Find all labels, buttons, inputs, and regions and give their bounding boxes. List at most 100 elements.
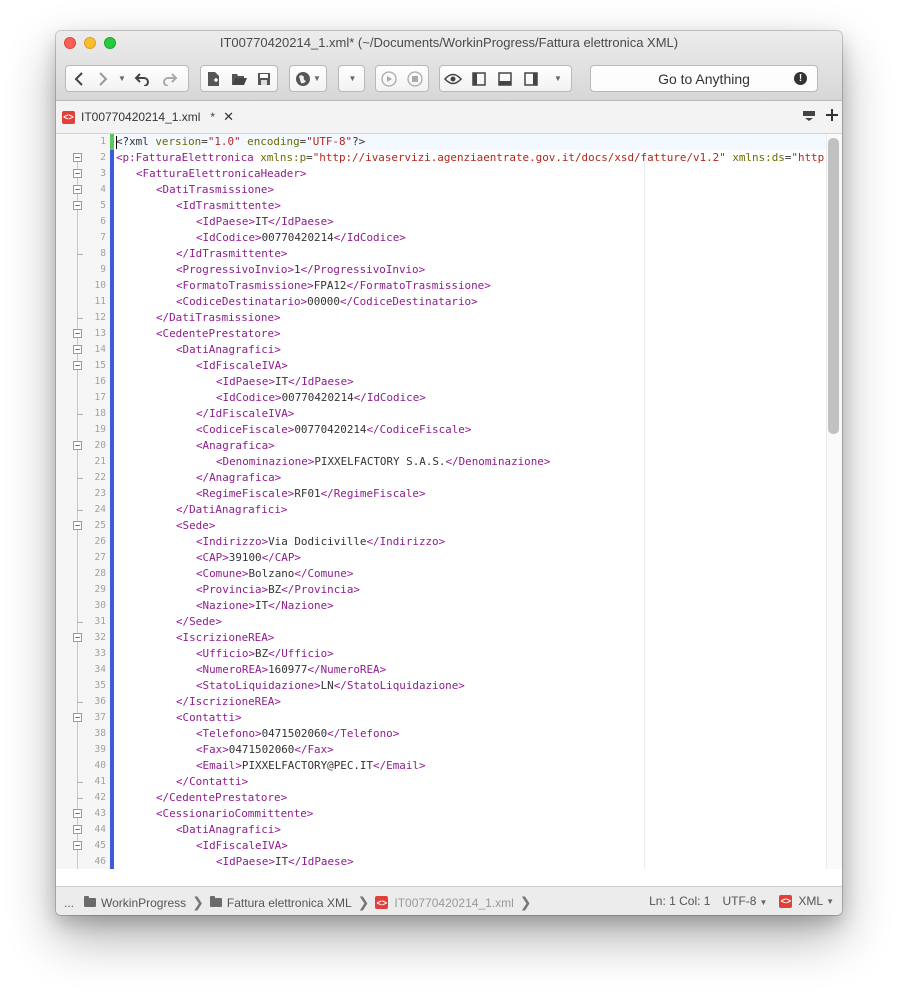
tab-list-icon[interactable] bbox=[802, 109, 816, 121]
code-line[interactable]: </IdFiscaleIVA> bbox=[116, 406, 294, 422]
code-line[interactable]: <IdFiscaleIVA> bbox=[116, 358, 288, 374]
redo-button[interactable] bbox=[156, 66, 184, 91]
code-line[interactable]: <Provincia>BZ</Provincia> bbox=[116, 582, 360, 598]
code-token: version bbox=[155, 135, 202, 148]
code-line[interactable]: </CedentePrestatore> bbox=[116, 790, 287, 806]
fold-toggle[interactable] bbox=[73, 841, 82, 850]
code-line[interactable]: </IdTrasmittente> bbox=[116, 246, 287, 262]
code-line[interactable]: <IdPaese>IT</IdPaese> bbox=[116, 854, 354, 869]
undo-icon bbox=[134, 72, 149, 86]
new-tab-icon[interactable] bbox=[826, 109, 838, 121]
code-line[interactable]: <Nazione>IT</Nazione> bbox=[116, 598, 334, 614]
toggle-bottom-pane-button[interactable] bbox=[492, 66, 518, 91]
preview-button[interactable] bbox=[440, 66, 466, 91]
code-line[interactable]: <DatiAnagrafici> bbox=[116, 342, 281, 358]
open-folder-button[interactable] bbox=[226, 66, 251, 91]
cursor-position[interactable]: Ln: 1 Col: 1 bbox=[649, 894, 710, 908]
fold-end-marker bbox=[77, 622, 83, 623]
code-line[interactable]: <Comune>Bolzano</Comune> bbox=[116, 566, 353, 582]
code-line[interactable]: </Sede> bbox=[116, 614, 222, 630]
history-dropdown[interactable]: ▼ bbox=[114, 66, 128, 91]
globe-button[interactable]: ▼ bbox=[290, 66, 326, 91]
left-pane-icon bbox=[472, 71, 486, 86]
code-line[interactable]: <IdPaese>IT</IdPaese> bbox=[116, 214, 334, 230]
web-preview-group[interactable]: ▼ bbox=[289, 65, 327, 92]
code-line[interactable]: <IscrizioneREA> bbox=[116, 630, 274, 646]
macro-dropdown-button[interactable]: ▼ bbox=[339, 66, 364, 91]
code-line[interactable]: <CessionarioCommittente> bbox=[116, 806, 313, 822]
fold-toggle[interactable] bbox=[73, 713, 82, 722]
code-token: </Anagrafica> bbox=[196, 471, 282, 484]
code-line[interactable]: <FatturaElettronicaHeader> bbox=[116, 166, 306, 182]
code-line[interactable]: <StatoLiquidazione>LN</StatoLiquidazione… bbox=[116, 678, 465, 694]
code-area[interactable]: <?xml version="1.0" encoding="UTF-8"?> <p… bbox=[116, 134, 826, 869]
code-line[interactable]: <Ufficio>BZ</Ufficio> bbox=[116, 646, 334, 662]
code-line[interactable]: <DatiAnagrafici> bbox=[116, 822, 281, 838]
breadcrumb-ellipsis[interactable]: ... bbox=[64, 896, 74, 910]
code-line[interactable]: <CodiceFiscale>00770420214</CodiceFiscal… bbox=[116, 422, 471, 438]
go-to-anything-bar[interactable]: Go to Anything ! bbox=[590, 65, 818, 92]
code-line[interactable]: <?xml version="1.0" encoding="UTF-8"?> bbox=[116, 134, 826, 150]
macro-dropdown[interactable]: ▼ bbox=[338, 65, 365, 92]
breadcrumb-workinprogress[interactable]: WorkinProgress bbox=[101, 896, 186, 910]
close-tab-icon[interactable]: ✕ bbox=[223, 109, 234, 125]
code-line[interactable]: <IdCodice>00770420214</IdCodice> bbox=[116, 230, 406, 246]
fold-toggle[interactable] bbox=[73, 521, 82, 530]
code-line[interactable]: <IdPaese>IT</IdPaese> bbox=[116, 374, 354, 390]
code-line[interactable]: <FormatoTrasmissione>FPA12</FormatoTrasm… bbox=[116, 278, 491, 294]
code-line[interactable]: </DatiAnagrafici> bbox=[116, 502, 287, 518]
view-options-dropdown[interactable]: ▼ bbox=[544, 66, 570, 91]
code-line[interactable]: <Sede> bbox=[116, 518, 215, 534]
code-line[interactable]: <CAP>39100</CAP> bbox=[116, 550, 301, 566]
stop-macro-button[interactable] bbox=[402, 66, 428, 91]
new-file-button[interactable] bbox=[201, 66, 226, 91]
code-line[interactable]: <Telefono>0471502060</Telefono> bbox=[116, 726, 399, 742]
fold-toggle[interactable] bbox=[73, 201, 82, 210]
fold-toggle[interactable] bbox=[73, 153, 82, 162]
code-line[interactable]: </Contatti> bbox=[116, 774, 248, 790]
breadcrumb-fattura-folder[interactable]: Fattura elettronica XML bbox=[227, 896, 352, 910]
fold-toggle[interactable] bbox=[73, 809, 82, 818]
code-editor[interactable]: 1 2 3 4 5 6 7 8 9 10 11 12 13 14 15 16 17 18 19 20 21 22 23 24 2… bbox=[56, 134, 842, 869]
code-line[interactable]: <IdFiscaleIVA> bbox=[116, 838, 288, 854]
encoding-selector[interactable]: UTF-8 ▼ bbox=[722, 894, 767, 908]
fold-toggle[interactable] bbox=[73, 185, 82, 194]
fold-toggle[interactable] bbox=[73, 329, 82, 338]
code-line[interactable]: <DatiTrasmissione> bbox=[116, 182, 274, 198]
play-macro-button[interactable] bbox=[376, 66, 402, 91]
code-line[interactable]: <Denominazione>PIXXELFACTORY S.A.S.</Den… bbox=[116, 454, 550, 470]
code-line[interactable]: <IdTrasmittente> bbox=[116, 198, 281, 214]
toggle-right-pane-button[interactable] bbox=[518, 66, 544, 91]
breadcrumb-file[interactable]: IT00770420214_1.xml bbox=[394, 896, 513, 910]
vertical-scroll-thumb[interactable] bbox=[828, 138, 839, 434]
code-line[interactable]: <CodiceDestinatario>00000</CodiceDestina… bbox=[116, 294, 478, 310]
save-button[interactable] bbox=[252, 66, 277, 91]
code-line[interactable]: </Anagrafica> bbox=[116, 470, 281, 486]
fold-toggle[interactable] bbox=[73, 345, 82, 354]
undo-button[interactable] bbox=[128, 66, 156, 91]
forward-button[interactable] bbox=[92, 66, 114, 91]
notification-icon[interactable]: ! bbox=[794, 72, 807, 85]
fold-toggle[interactable] bbox=[73, 825, 82, 834]
code-line[interactable]: <Fax>0471502060</Fax> bbox=[116, 742, 334, 758]
language-selector[interactable]: <> XML ▼ bbox=[779, 894, 834, 908]
fold-toggle[interactable] bbox=[73, 169, 82, 178]
code-line[interactable]: <IdCodice>00770420214</IdCodice> bbox=[116, 390, 426, 406]
fold-toggle[interactable] bbox=[73, 633, 82, 642]
tab-file[interactable]: <> IT00770420214_1.xml * ✕ bbox=[62, 109, 234, 125]
code-line[interactable]: <Contatti> bbox=[116, 710, 242, 726]
code-line[interactable]: <p:FatturaElettronica xmlns:p="http://iv… bbox=[116, 150, 826, 166]
fold-toggle[interactable] bbox=[73, 441, 82, 450]
code-line[interactable]: <Anagrafica> bbox=[116, 438, 275, 454]
fold-toggle[interactable] bbox=[73, 361, 82, 370]
code-line[interactable]: <Email>PIXXELFACTORY@PEC.IT</Email> bbox=[116, 758, 426, 774]
code-line[interactable]: <Indirizzo>Via Dodiciville</Indirizzo> bbox=[116, 534, 445, 550]
code-line[interactable]: <ProgressivoInvio>1</ProgressivoInvio> bbox=[116, 262, 425, 278]
code-line[interactable]: </DatiTrasmissione> bbox=[116, 310, 281, 326]
toggle-left-pane-button[interactable] bbox=[466, 66, 492, 91]
code-line[interactable]: <CedentePrestatore> bbox=[116, 326, 281, 342]
code-line[interactable]: </IscrizioneREA> bbox=[116, 694, 281, 710]
back-button[interactable] bbox=[66, 66, 92, 91]
code-line[interactable]: <RegimeFiscale>RF01</RegimeFiscale> bbox=[116, 486, 426, 502]
code-line[interactable]: <NumeroREA>160977</NumeroREA> bbox=[116, 662, 386, 678]
